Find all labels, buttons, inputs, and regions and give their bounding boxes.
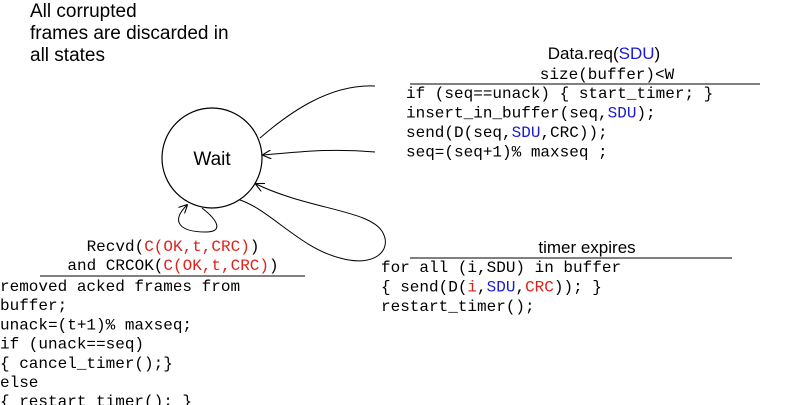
text-segment: ) xyxy=(250,238,260,256)
wait-state-label: Wait xyxy=(193,149,231,170)
timer-loop xyxy=(239,184,386,262)
recvd-action-line: else xyxy=(0,374,38,392)
text-segment: Recvd( xyxy=(87,238,145,256)
recvd-actions: removed acked frames frombuffer;unack=(t… xyxy=(0,278,240,405)
text-segment: SDU xyxy=(608,105,637,123)
text-segment: ) xyxy=(655,44,661,63)
text-segment: ,CRC)); xyxy=(540,124,607,142)
text-segment: send(D(seq, xyxy=(406,124,512,142)
text-segment: ); xyxy=(636,105,655,123)
text-segment: Data.req( xyxy=(548,44,619,63)
text-segment: removed acked frames from xyxy=(0,278,240,296)
text-segment: if (unack==seq) xyxy=(0,336,144,354)
recvd-action-line: { restart_timer(); } xyxy=(0,393,192,405)
recvd-action-line: unack=(t+1)% maxseq; xyxy=(0,316,192,334)
data-req-condition: size(buffer)<W xyxy=(540,66,675,84)
text-segment: SDU xyxy=(487,279,516,297)
text-segment: { cancel_timer();} xyxy=(0,355,173,373)
text-segment: else xyxy=(0,374,38,392)
recvd-event-line: and CRCOK(C(OK,t,CRC)) xyxy=(67,257,278,275)
data-req-action-line: insert_in_buffer(seq,SDU); xyxy=(406,105,656,123)
text-segment: if (seq==unack) { start_timer; } xyxy=(406,85,713,103)
recvd-event-line: Recvd(C(OK,t,CRC)) xyxy=(87,238,260,256)
text-segment: i xyxy=(467,279,477,297)
recvd-action-line: if (unack==seq) xyxy=(0,336,144,354)
text-segment: C(OK,t,CRC) xyxy=(144,238,250,256)
text-segment: SDU xyxy=(619,44,655,63)
data-req-action-line: send(D(seq,SDU,CRC)); xyxy=(406,124,608,142)
note-line: All corrupted xyxy=(30,1,137,22)
text-segment: insert_in_buffer(seq, xyxy=(406,105,608,123)
discard-note: All corrupted frames are discarded in al… xyxy=(30,1,234,66)
timer-action-line: { send(D(i,SDU,CRC)); } xyxy=(381,279,602,297)
timer-action-line: restart_timer(); xyxy=(381,298,535,316)
fsm-diagram: All corrupted frames are discarded in al… xyxy=(0,1,760,405)
recvd-loop xyxy=(179,205,218,233)
text-segment: timer expires xyxy=(538,238,635,257)
text-segment: size(buffer)<W xyxy=(540,66,675,84)
text-segment: ) xyxy=(269,257,279,275)
text-segment: , xyxy=(515,279,525,297)
text-segment: SDU xyxy=(512,124,541,142)
text-segment: CRC xyxy=(525,279,554,297)
data-req-loop-out xyxy=(259,85,376,139)
timer-action-line: for all (i,SDU) in buffer xyxy=(381,259,621,277)
recvd-event: Recvd(C(OK,t,CRC))and CRCOK(C(OK,t,CRC)) xyxy=(67,238,278,275)
text-segment: buffer; xyxy=(0,297,67,315)
text-segment: and CRCOK( xyxy=(67,257,163,275)
text-segment: { restart_timer(); } xyxy=(0,393,192,405)
data-req-action-line: if (seq==unack) { start_timer; } xyxy=(406,85,713,103)
text-segment: )); } xyxy=(554,279,602,297)
data-req-actions: if (seq==unack) { start_timer; } insert_i… xyxy=(406,85,713,162)
recvd-action-line: buffer; xyxy=(0,297,67,315)
data-req-event: Data.req(SDU) xyxy=(548,44,660,63)
note-line: frames are discarded in xyxy=(30,23,229,44)
text-segment: seq=(seq+1)% maxseq ; xyxy=(406,144,608,162)
timer-actions: for all (i,SDU) in buffer { send(D(i,SDU,… xyxy=(381,259,621,316)
text-segment: unack=(t+1)% maxseq; xyxy=(0,316,192,334)
note-line: all states xyxy=(30,45,105,66)
recvd-action-line: removed acked frames from xyxy=(0,278,240,296)
text-segment: C(OK,t,CRC) xyxy=(163,257,269,275)
recvd-action-line: { cancel_timer();} xyxy=(0,355,173,373)
timer-event: timer expires xyxy=(538,238,635,257)
text-segment: { send(D( xyxy=(381,279,467,297)
data-req-loop-in xyxy=(263,149,376,155)
text-segment: for all (i,SDU) in buffer xyxy=(381,259,621,277)
data-req-action-line: seq=(seq+1)% maxseq ; xyxy=(406,144,608,162)
text-segment: , xyxy=(477,279,487,297)
text-segment: restart_timer(); xyxy=(381,298,535,316)
